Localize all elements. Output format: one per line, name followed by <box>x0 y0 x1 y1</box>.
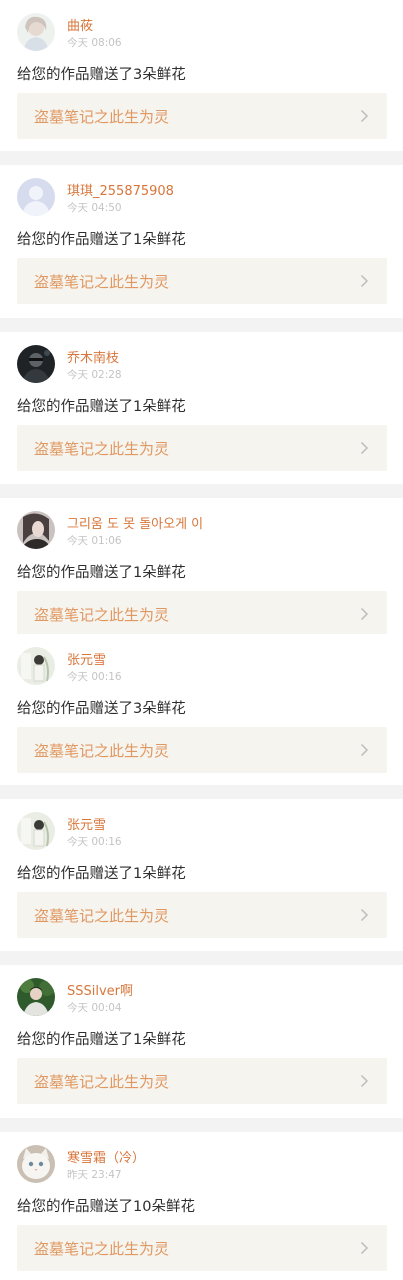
timestamp: 今天 00:16 <box>67 836 122 848</box>
username[interactable]: 寒雪霜（冷） <box>67 1147 145 1166</box>
chevron-right-icon <box>357 908 371 922</box>
username[interactable]: 乔木南枝 <box>67 347 119 366</box>
work-link-button[interactable]: 盗墓笔记之此生为灵 <box>17 258 387 304</box>
work-link-button[interactable]: 盗墓笔记之此生为灵 <box>17 892 387 938</box>
avatar[interactable] <box>17 13 55 51</box>
chevron-right-icon <box>357 274 371 288</box>
work-title: 盗墓笔记之此生为灵 <box>34 606 170 624</box>
timestamp: 昨天 23:47 <box>67 1169 122 1181</box>
work-link-button[interactable]: 盗墓笔记之此生为灵 <box>17 93 387 139</box>
work-link-button[interactable]: 盗墓笔记之此生为灵 <box>17 591 387 637</box>
gift-message: 给您的作品赠送了1朵鲜花 <box>17 232 186 248</box>
work-title: 盗墓笔记之此生为灵 <box>34 907 170 925</box>
timestamp: 今天 01:06 <box>67 535 122 547</box>
chevron-right-icon <box>357 109 371 123</box>
notification-card: 琪琪_255875908 今天 04:50 给您的作品赠送了1朵鲜花 盗墓笔记之… <box>0 165 403 318</box>
work-title: 盗墓笔记之此生为灵 <box>34 742 170 760</box>
chevron-right-icon <box>357 1241 371 1255</box>
gift-message: 给您的作品赠送了1朵鲜花 <box>17 866 186 882</box>
username[interactable]: 琪琪_255875908 <box>67 180 174 199</box>
chevron-right-icon <box>357 441 371 455</box>
notification-feed: 曲莜 今天 08:06 给您的作品赠送了3朵鲜花 盗墓笔记之此生为灵 琪琪_25… <box>0 0 403 1280</box>
gift-message: 给您的作品赠送了10朵鲜花 <box>17 1199 195 1215</box>
chevron-right-icon <box>357 1074 371 1088</box>
notification-card: 张元雪 今天 00:16 给您的作品赠送了3朵鲜花 盗墓笔记之此生为灵 <box>0 634 403 785</box>
notification-card: 张元雪 今天 00:16 给您的作品赠送了1朵鲜花 盗墓笔记之此生为灵 <box>0 799 403 951</box>
work-link-button[interactable]: 盗墓笔记之此生为灵 <box>17 1225 387 1271</box>
avatar[interactable] <box>17 511 55 549</box>
username[interactable]: 张元雪 <box>67 649 106 668</box>
work-title: 盗墓笔记之此生为灵 <box>34 273 170 291</box>
avatar[interactable] <box>17 345 55 383</box>
work-title: 盗墓笔记之此生为灵 <box>34 108 170 126</box>
notification-card: 曲莜 今天 08:06 给您的作品赠送了3朵鲜花 盗墓笔记之此生为灵 <box>0 0 403 151</box>
username[interactable]: 그리움 도 못 돌아오게 이 <box>67 513 203 532</box>
notification-card: SSSilver啊 今天 00:04 给您的作品赠送了1朵鲜花 盗墓笔记之此生为… <box>0 965 403 1118</box>
timestamp: 今天 08:06 <box>67 37 122 49</box>
avatar[interactable] <box>17 178 55 216</box>
username[interactable]: SSSilver啊 <box>67 980 133 999</box>
timestamp: 今天 02:28 <box>67 369 122 381</box>
notification-card: 寒雪霜（冷） 昨天 23:47 给您的作品赠送了10朵鲜花 盗墓笔记之此生为灵 <box>0 1132 403 1280</box>
username[interactable]: 曲莜 <box>67 15 93 34</box>
avatar[interactable] <box>17 812 55 850</box>
chevron-right-icon <box>357 743 371 757</box>
gift-message: 给您的作品赠送了3朵鲜花 <box>17 701 186 717</box>
avatar[interactable] <box>17 647 55 685</box>
work-title: 盗墓笔记之此生为灵 <box>34 440 170 458</box>
work-link-button[interactable]: 盗墓笔记之此生为灵 <box>17 1058 387 1104</box>
chevron-right-icon <box>357 607 371 621</box>
timestamp: 今天 04:50 <box>67 202 122 214</box>
gift-message: 给您的作品赠送了1朵鲜花 <box>17 565 186 581</box>
notification-card: 그리움 도 못 돌아오게 이 今天 01:06 给您的作品赠送了1朵鲜花 盗墓笔… <box>0 498 403 637</box>
gift-message: 给您的作品赠送了1朵鲜花 <box>17 399 186 415</box>
work-title: 盗墓笔记之此生为灵 <box>34 1073 170 1091</box>
username[interactable]: 张元雪 <box>67 814 106 833</box>
avatar[interactable] <box>17 978 55 1016</box>
gift-message: 给您的作品赠送了3朵鲜花 <box>17 67 186 83</box>
work-link-button[interactable]: 盗墓笔记之此生为灵 <box>17 425 387 471</box>
gift-message: 给您的作品赠送了1朵鲜花 <box>17 1032 186 1048</box>
notification-card: 乔木南枝 今天 02:28 给您的作品赠送了1朵鲜花 盗墓笔记之此生为灵 <box>0 332 403 484</box>
timestamp: 今天 00:16 <box>67 671 122 683</box>
timestamp: 今天 00:04 <box>67 1002 122 1014</box>
work-title: 盗墓笔记之此生为灵 <box>34 1240 170 1258</box>
avatar[interactable] <box>17 1145 55 1183</box>
work-link-button[interactable]: 盗墓笔记之此生为灵 <box>17 727 387 773</box>
